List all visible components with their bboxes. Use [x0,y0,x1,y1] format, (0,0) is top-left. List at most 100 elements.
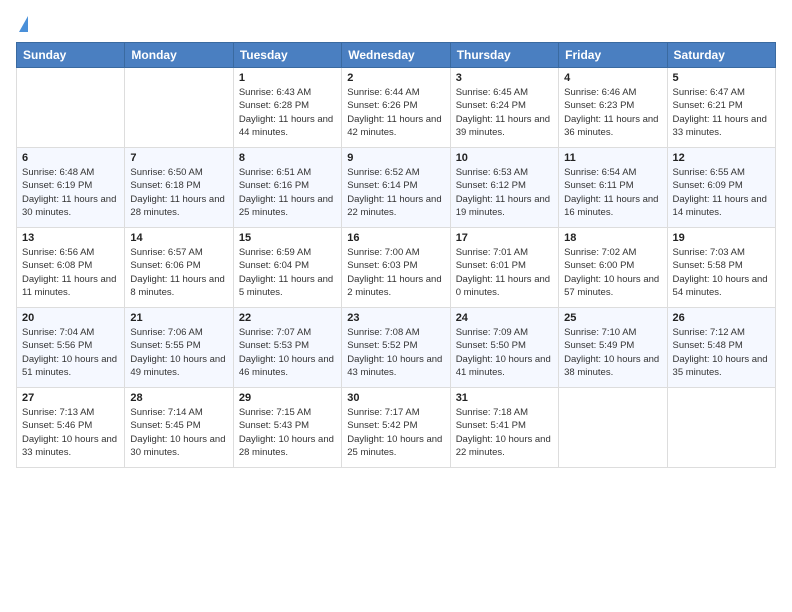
calendar-cell: 4 Sunrise: 6:46 AM Sunset: 6:23 PM Daylig… [559,68,667,148]
day-number: 9 [347,152,444,164]
calendar-cell: 24Sunrise: 7:09 AM Sunset: 5:50 PM Dayli… [450,308,558,388]
day-info: Sunrise: 7:12 AM Sunset: 5:48 PM Dayligh… [673,326,770,379]
logo [16,16,28,34]
calendar-cell [559,388,667,468]
day-number: 12 [673,152,770,164]
day-info: Sunrise: 7:15 AM Sunset: 5:43 PM Dayligh… [239,406,336,459]
calendar-cell: 16 Sunrise: 7:00 AM Sunset: 6:03 PM Dayli… [342,228,450,308]
calendar-cell: 14Sunrise: 6:57 AM Sunset: 6:06 PM Dayli… [125,228,233,308]
day-info: Sunrise: 6:56 AM Sunset: 6:08 PM Dayligh… [22,246,119,299]
day-number: 27 [22,392,119,404]
day-info: Sunrise: 6:47 AM Sunset: 6:21 PM Dayligh… [673,86,770,139]
calendar-cell: 31 Sunrise: 7:18 AM Sunset: 5:41 PM Dayli… [450,388,558,468]
calendar-cell: 17 Sunrise: 7:01 AM Sunset: 6:01 PM Dayli… [450,228,558,308]
day-number: 28 [130,392,227,404]
calendar-cell: 3 Sunrise: 6:45 AM Sunset: 6:24 PM Daylig… [450,68,558,148]
day-number: 1 [239,72,336,84]
calendar-week-row: 13Sunrise: 6:56 AM Sunset: 6:08 PM Dayli… [17,228,776,308]
day-number: 17 [456,232,553,244]
calendar-cell: 10 Sunrise: 6:53 AM Sunset: 6:12 PM Dayli… [450,148,558,228]
calendar-weekday-tuesday: Tuesday [233,43,341,68]
day-info: Sunrise: 6:44 AM Sunset: 6:26 PM Dayligh… [347,86,444,139]
day-number: 3 [456,72,553,84]
calendar-week-row: 20Sunrise: 7:04 AM Sunset: 5:56 PM Dayli… [17,308,776,388]
calendar-cell: 20Sunrise: 7:04 AM Sunset: 5:56 PM Dayli… [17,308,125,388]
calendar-cell: 30 Sunrise: 7:17 AM Sunset: 5:42 PM Dayli… [342,388,450,468]
day-number: 30 [347,392,444,404]
calendar-weekday-friday: Friday [559,43,667,68]
calendar-cell: 7 Sunrise: 6:50 AM Sunset: 6:18 PM Daylig… [125,148,233,228]
calendar-cell: 9Sunrise: 6:52 AM Sunset: 6:14 PM Daylig… [342,148,450,228]
calendar-cell: 26 Sunrise: 7:12 AM Sunset: 5:48 PM Dayli… [667,308,775,388]
day-info: Sunrise: 7:04 AM Sunset: 5:56 PM Dayligh… [22,326,119,379]
day-number: 4 [564,72,661,84]
day-number: 21 [130,312,227,324]
day-info: Sunrise: 7:02 AM Sunset: 6:00 PM Dayligh… [564,246,661,299]
day-info: Sunrise: 6:45 AM Sunset: 6:24 PM Dayligh… [456,86,553,139]
calendar-cell: 5Sunrise: 6:47 AM Sunset: 6:21 PM Daylig… [667,68,775,148]
day-number: 6 [22,152,119,164]
day-info: Sunrise: 6:53 AM Sunset: 6:12 PM Dayligh… [456,166,553,219]
day-info: Sunrise: 6:48 AM Sunset: 6:19 PM Dayligh… [22,166,119,219]
calendar-week-row: 1 Sunrise: 6:43 AM Sunset: 6:28 PM Daylig… [17,68,776,148]
day-info: Sunrise: 6:57 AM Sunset: 6:06 PM Dayligh… [130,246,227,299]
calendar-cell: 28Sunrise: 7:14 AM Sunset: 5:45 PM Dayli… [125,388,233,468]
logo-arrow-icon [19,16,28,32]
day-info: Sunrise: 7:18 AM Sunset: 5:41 PM Dayligh… [456,406,553,459]
day-info: Sunrise: 7:03 AM Sunset: 5:58 PM Dayligh… [673,246,770,299]
day-number: 18 [564,232,661,244]
day-number: 7 [130,152,227,164]
calendar-cell: 18 Sunrise: 7:02 AM Sunset: 6:00 PM Dayli… [559,228,667,308]
day-number: 29 [239,392,336,404]
day-number: 15 [239,232,336,244]
calendar-week-row: 27 Sunrise: 7:13 AM Sunset: 5:46 PM Dayli… [17,388,776,468]
calendar-weekday-monday: Monday [125,43,233,68]
day-number: 16 [347,232,444,244]
calendar-cell: 6 Sunrise: 6:48 AM Sunset: 6:19 PM Daylig… [17,148,125,228]
day-number: 10 [456,152,553,164]
page-header [16,16,776,34]
day-number: 19 [673,232,770,244]
day-info: Sunrise: 6:43 AM Sunset: 6:28 PM Dayligh… [239,86,336,139]
day-info: Sunrise: 6:54 AM Sunset: 6:11 PM Dayligh… [564,166,661,219]
day-info: Sunrise: 7:06 AM Sunset: 5:55 PM Dayligh… [130,326,227,379]
calendar-cell: 21 Sunrise: 7:06 AM Sunset: 5:55 PM Dayli… [125,308,233,388]
day-number: 11 [564,152,661,164]
day-number: 24 [456,312,553,324]
day-info: Sunrise: 6:51 AM Sunset: 6:16 PM Dayligh… [239,166,336,219]
calendar-cell: 19 Sunrise: 7:03 AM Sunset: 5:58 PM Dayli… [667,228,775,308]
calendar-cell: 15 Sunrise: 6:59 AM Sunset: 6:04 PM Dayli… [233,228,341,308]
calendar-weekday-sunday: Sunday [17,43,125,68]
day-number: 2 [347,72,444,84]
calendar-cell [667,388,775,468]
day-number: 25 [564,312,661,324]
day-info: Sunrise: 7:10 AM Sunset: 5:49 PM Dayligh… [564,326,661,379]
calendar-header-row: SundayMondayTuesdayWednesdayThursdayFrid… [17,43,776,68]
day-info: Sunrise: 7:13 AM Sunset: 5:46 PM Dayligh… [22,406,119,459]
day-number: 26 [673,312,770,324]
day-info: Sunrise: 7:07 AM Sunset: 5:53 PM Dayligh… [239,326,336,379]
day-info: Sunrise: 7:08 AM Sunset: 5:52 PM Dayligh… [347,326,444,379]
day-info: Sunrise: 6:59 AM Sunset: 6:04 PM Dayligh… [239,246,336,299]
calendar-weekday-saturday: Saturday [667,43,775,68]
calendar-cell: 27 Sunrise: 7:13 AM Sunset: 5:46 PM Dayli… [17,388,125,468]
calendar-cell: 13Sunrise: 6:56 AM Sunset: 6:08 PM Dayli… [17,228,125,308]
day-info: Sunrise: 7:00 AM Sunset: 6:03 PM Dayligh… [347,246,444,299]
day-info: Sunrise: 6:46 AM Sunset: 6:23 PM Dayligh… [564,86,661,139]
calendar-weekday-wednesday: Wednesday [342,43,450,68]
calendar-cell: 22Sunrise: 7:07 AM Sunset: 5:53 PM Dayli… [233,308,341,388]
day-number: 23 [347,312,444,324]
day-info: Sunrise: 7:01 AM Sunset: 6:01 PM Dayligh… [456,246,553,299]
calendar-cell: 2 Sunrise: 6:44 AM Sunset: 6:26 PM Daylig… [342,68,450,148]
calendar-cell: 8Sunrise: 6:51 AM Sunset: 6:16 PM Daylig… [233,148,341,228]
day-info: Sunrise: 7:17 AM Sunset: 5:42 PM Dayligh… [347,406,444,459]
calendar-cell: 29 Sunrise: 7:15 AM Sunset: 5:43 PM Dayli… [233,388,341,468]
calendar-week-row: 6 Sunrise: 6:48 AM Sunset: 6:19 PM Daylig… [17,148,776,228]
calendar-cell [17,68,125,148]
calendar-cell: 11 Sunrise: 6:54 AM Sunset: 6:11 PM Dayli… [559,148,667,228]
calendar-cell [125,68,233,148]
calendar-cell: 23 Sunrise: 7:08 AM Sunset: 5:52 PM Dayli… [342,308,450,388]
day-number: 31 [456,392,553,404]
day-info: Sunrise: 6:50 AM Sunset: 6:18 PM Dayligh… [130,166,227,219]
day-info: Sunrise: 6:55 AM Sunset: 6:09 PM Dayligh… [673,166,770,219]
